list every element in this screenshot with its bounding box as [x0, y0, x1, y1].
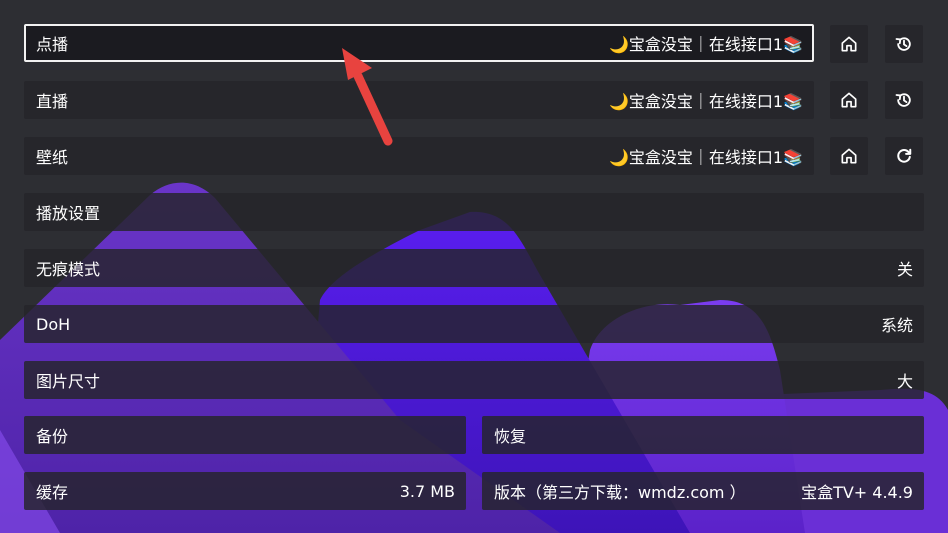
cache-value: 3.7 MB: [399, 481, 455, 501]
live-history-button[interactable]: [885, 81, 923, 119]
backup-row[interactable]: 备份: [24, 416, 466, 454]
wallpaper-source-row[interactable]: 壁纸 🌙宝盒没宝｜在线接口1📚: [24, 137, 814, 175]
image-size-value: 大: [896, 372, 913, 391]
home-icon: [841, 36, 857, 52]
home-icon: [841, 92, 857, 108]
restore-row[interactable]: 恢复: [482, 416, 924, 454]
vod-label: 点播: [36, 35, 69, 54]
wallpaper-value: 🌙宝盒没宝｜在线接口1📚: [608, 148, 803, 167]
backup-label: 备份: [36, 427, 69, 446]
cache-row[interactable]: 缓存 3.7 MB: [24, 472, 466, 510]
vod-value: 🌙宝盒没宝｜在线接口1📚: [608, 35, 803, 54]
version-row[interactable]: 版本（第三方下载：wmdz.com ） 宝盒TV+ 4.4.9: [482, 472, 924, 510]
live-home-button[interactable]: [830, 81, 868, 119]
live-label: 直播: [36, 92, 69, 111]
doh-label: DoH: [36, 314, 71, 334]
history-icon: [895, 37, 911, 51]
live-value: 🌙宝盒没宝｜在线接口1📚: [608, 92, 803, 111]
wallpaper-home-button[interactable]: [830, 137, 868, 175]
annotation-arrow: [342, 48, 393, 146]
version-value: 宝盒TV+ 4.4.9: [801, 483, 913, 502]
doh-value: 系统: [880, 316, 913, 335]
image-size-row[interactable]: 图片尺寸 大: [24, 361, 924, 399]
live-source-row[interactable]: 直播 🌙宝盒没宝｜在线接口1📚: [24, 81, 814, 119]
history-icon: [895, 93, 911, 107]
incognito-mode-row[interactable]: 无痕模式 关: [24, 249, 924, 287]
vod-home-button[interactable]: [830, 25, 868, 63]
refresh-icon: [897, 148, 912, 163]
version-label: 版本（第三方下载：wmdz.com ）: [494, 483, 746, 502]
wallpaper-label: 壁纸: [36, 148, 69, 167]
home-icon: [841, 148, 857, 164]
vod-source-row[interactable]: 点播 🌙宝盒没宝｜在线接口1📚: [24, 24, 814, 62]
restore-label: 恢复: [494, 427, 527, 446]
settings-panel: 点播 🌙宝盒没宝｜在线接口1📚 直播 🌙宝盒没宝｜在线接口1📚 壁纸 🌙宝盒没宝…: [0, 0, 948, 533]
image-size-label: 图片尺寸: [36, 372, 101, 391]
playback-label: 播放设置: [36, 204, 101, 223]
vod-history-button[interactable]: [885, 25, 923, 63]
cache-label: 缓存: [36, 483, 69, 502]
incognito-value: 关: [896, 260, 913, 279]
playback-settings-row[interactable]: 播放设置: [24, 193, 924, 231]
wallpaper-refresh-button[interactable]: [885, 137, 923, 175]
doh-row[interactable]: DoH 系统: [24, 305, 924, 343]
incognito-label: 无痕模式: [36, 260, 101, 279]
